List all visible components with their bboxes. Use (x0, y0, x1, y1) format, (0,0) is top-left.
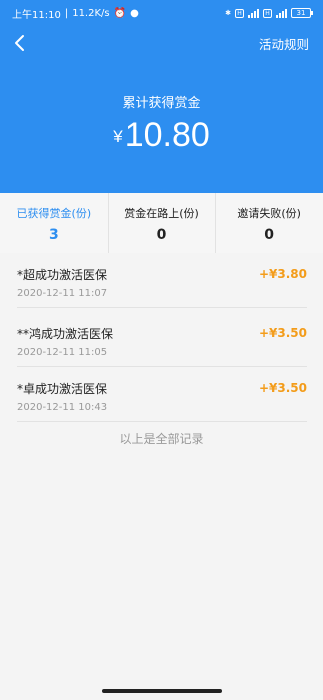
record-name: *超成功激活医保 (17, 268, 108, 282)
record-date: 2020-12-11 11:07 (17, 288, 108, 299)
record-date: 2020-12-11 11:05 (17, 347, 108, 358)
stat-label: 已获得赏金(份) (16, 207, 92, 220)
list-item: *超成功激活医保 2020-12-11 11:07 +¥3.80 (17, 253, 307, 308)
stat-value: 0 (264, 227, 275, 243)
end-of-list-note: 以上是全部记录 (119, 432, 204, 446)
hd-icon: H (235, 8, 244, 18)
nav-bar: 活动规则 (0, 28, 323, 58)
total-reward-label: 累计获得赏金 (122, 96, 201, 111)
tab-earned[interactable]: 已获得赏金(份) 3 (0, 193, 108, 253)
list-item: **鸿成功激活医保 2020-12-11 11:05 +¥3.50 (17, 312, 307, 367)
alarm-icon: ⏰ (113, 7, 127, 19)
tab-failed[interactable]: 邀请失败(份) 0 (215, 193, 323, 253)
stats-tabs: 已获得赏金(份) 3 赏金在路上(份) 0 邀请失败(份) 0 (0, 193, 323, 253)
stat-value: 0 (156, 227, 167, 243)
status-bar: 上午11:10 | 11.2K/s ⏰ ● ✱ H H 31 (0, 0, 323, 26)
network-speed: 11.2K/s (72, 7, 110, 19)
stat-label: 赏金在路上(份) (124, 207, 199, 220)
home-indicator[interactable] (102, 689, 222, 693)
record-name: *卓成功激活医保 (17, 382, 108, 396)
signal-icon-2 (276, 8, 287, 18)
record-amount: +¥3.50 (258, 381, 307, 395)
bluetooth-icon: ✱ (225, 9, 231, 17)
stat-label: 邀请失败(份) (237, 207, 301, 220)
list-item: *卓成功激活医保 2020-12-11 10:43 +¥3.50 (17, 367, 307, 422)
reward-value: 10.80 (124, 116, 210, 154)
header-banner: 上午11:10 | 11.2K/s ⏰ ● ✱ H H 31 活动规则 累计获得… (0, 0, 323, 193)
record-name: **鸿成功激活医保 (17, 327, 114, 341)
currency-symbol: ¥ (113, 127, 123, 146)
signal-icon (248, 8, 259, 18)
status-time: 上午11:10 (12, 9, 61, 21)
hd-icon-2: H (263, 8, 272, 18)
battery-icon: 31 (291, 8, 313, 18)
total-reward-amount: ¥10.80 (0, 116, 323, 155)
records-list: *超成功激活医保 2020-12-11 11:07 +¥3.80 **鸿成功激活… (0, 253, 323, 700)
tab-pending[interactable]: 赏金在路上(份) 0 (107, 193, 216, 253)
stat-value: 3 (48, 227, 59, 243)
app-notification-icon: ● (130, 7, 139, 19)
record-date: 2020-12-11 10:43 (17, 402, 108, 413)
record-amount: +¥3.80 (258, 267, 307, 281)
activity-rules-link[interactable]: 活动规则 (259, 34, 309, 53)
back-arrow-icon[interactable] (10, 32, 32, 54)
record-amount: +¥3.50 (258, 326, 307, 340)
